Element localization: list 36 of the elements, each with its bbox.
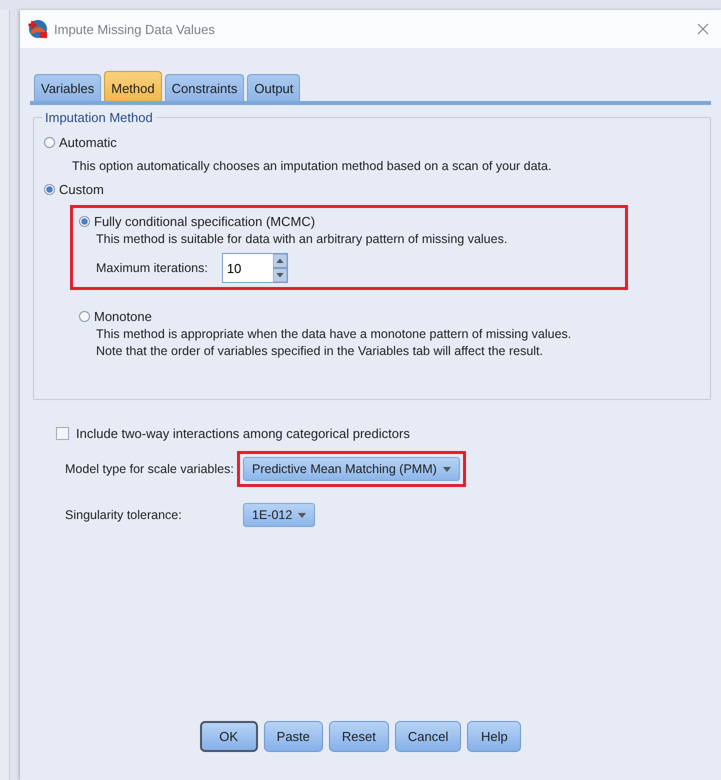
description-text: This method is suitable for data with an arbitrary pattern of missing values. bbox=[95, 231, 508, 248]
radio-button[interactable] bbox=[79, 216, 90, 226]
description-text: This option automatically chooses an imputation method based on a scan of your data. bbox=[71, 158, 552, 175]
checkbox-label[interactable]: Include two-way interactions among categorical predictors bbox=[76, 426, 410, 441]
radio-button[interactable] bbox=[44, 136, 55, 148]
dropdown-label: Model type for scale variables: bbox=[65, 462, 235, 476]
button[interactable]: OK bbox=[200, 721, 258, 752]
tab[interactable]: Variables bbox=[34, 74, 102, 101]
tab[interactable]: Output bbox=[247, 74, 300, 101]
dropdown[interactable]: 1E-012 bbox=[243, 503, 316, 527]
option-label[interactable]: Monotone bbox=[94, 308, 152, 324]
dropdown[interactable]: Predictive Mean Matching (PMM) bbox=[243, 457, 460, 481]
window-title: Impute Missing Data Values bbox=[54, 22, 216, 36]
close-icon[interactable] bbox=[697, 23, 709, 35]
spin-arrows-icon[interactable] bbox=[272, 254, 287, 282]
button[interactable]: Help bbox=[467, 721, 522, 752]
description-text: This method is appropriate when the data have a monotone pattern of missing values. bbox=[95, 326, 572, 343]
caret-icon bbox=[442, 466, 451, 472]
dropdown-label: Singularity tolerance: bbox=[65, 508, 183, 522]
spin-field[interactable]: 10 bbox=[222, 253, 288, 283]
app-icon bbox=[28, 19, 48, 39]
tab[interactable]: Method bbox=[104, 71, 162, 101]
checkbox[interactable] bbox=[56, 427, 69, 440]
tab[interactable]: Constraints bbox=[164, 74, 244, 101]
option-label[interactable]: Fully conditional specification (MCMC) bbox=[94, 214, 316, 228]
button[interactable]: Cancel bbox=[394, 721, 462, 752]
radio-button[interactable] bbox=[79, 310, 90, 322]
option-label[interactable]: Custom bbox=[59, 182, 104, 196]
group-title: Imputation Method bbox=[42, 110, 156, 125]
caret-icon bbox=[298, 512, 306, 518]
radio-button[interactable] bbox=[44, 184, 55, 194]
description-text: Note that the order of variables specified in the Variables tab will affect the result. bbox=[95, 343, 544, 360]
button[interactable]: Reset bbox=[328, 721, 389, 752]
button[interactable]: Paste bbox=[264, 721, 323, 752]
option-label[interactable]: Automatic bbox=[59, 134, 117, 150]
field-label: Maximum iterations: bbox=[96, 261, 208, 275]
